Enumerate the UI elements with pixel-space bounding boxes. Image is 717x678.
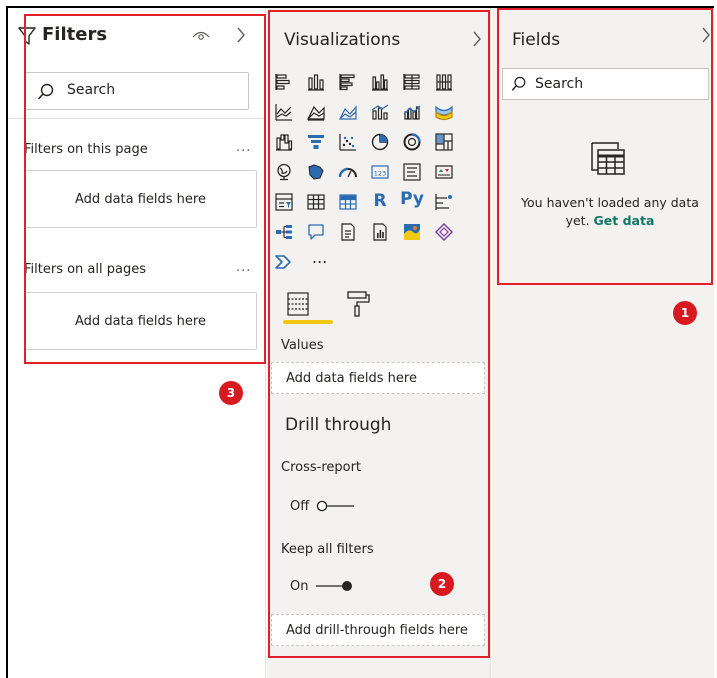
callout-badge-3: 3 xyxy=(219,381,243,405)
callout-badge-1: 1 xyxy=(673,301,697,325)
filters-callout-box xyxy=(24,14,266,364)
callout-badge-2: 2 xyxy=(430,572,454,596)
fields-callout-box xyxy=(497,8,713,285)
visualizations-callout-box xyxy=(268,10,490,658)
